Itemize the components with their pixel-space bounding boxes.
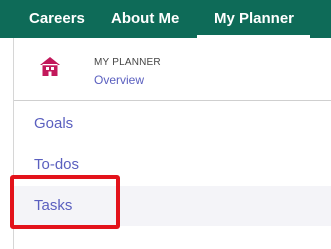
dropdown-title: MY PLANNER [94,57,161,68]
nav-item-about-me[interactable]: About Me [111,10,179,27]
overview-link[interactable]: Overview [94,73,144,87]
menu-item-goals[interactable]: Goals [14,104,331,144]
nav-item-careers[interactable]: Careers [29,10,85,27]
page: Careers About Me My Planner MY PLANNER O… [0,0,331,249]
divider [14,100,331,101]
tasks-highlight-annotation [10,175,120,229]
house-icon [40,57,60,76]
nav-item-my-planner[interactable]: My Planner [214,10,294,27]
menu-item-label: To-dos [34,156,80,173]
dropdown-header: MY PLANNER Overview [14,38,331,99]
top-navigation-bar: Careers About Me My Planner [0,0,331,38]
menu-item-label: Goals [34,115,74,132]
